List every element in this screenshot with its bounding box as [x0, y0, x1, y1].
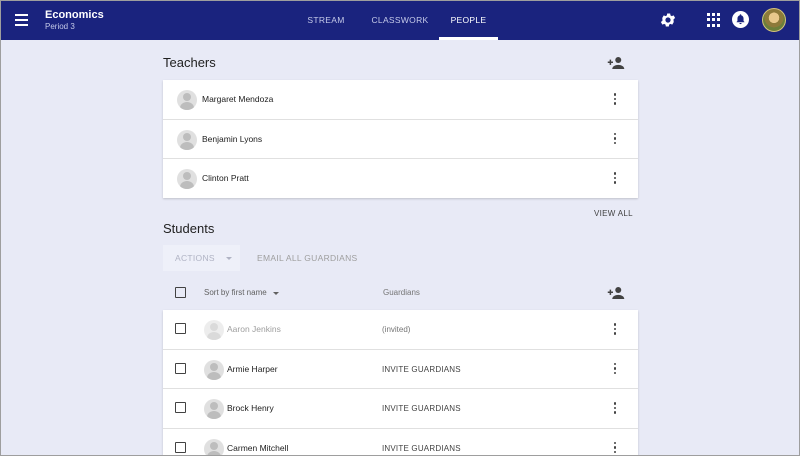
guardians-column-header: Guardians — [383, 288, 420, 297]
apps-icon[interactable] — [707, 13, 721, 27]
list-item[interactable]: Clinton Pratt — [163, 159, 638, 199]
class-section: Period 3 — [45, 22, 75, 31]
teachers-list: Margaret Mendoza Benjamin Lyons Clinton … — [163, 80, 638, 198]
table-row[interactable]: Aaron Jenkins (invited) — [163, 310, 638, 350]
teacher-name: Benjamin Lyons — [202, 133, 263, 144]
more-options-icon[interactable] — [610, 132, 620, 147]
actions-label: ACTIONS — [175, 253, 215, 263]
avatar — [204, 399, 224, 419]
guardian-status: (invited) — [382, 325, 411, 334]
student-checkbox[interactable] — [175, 362, 186, 374]
avatar — [204, 320, 224, 340]
bell-icon[interactable] — [732, 11, 749, 28]
tab-stream[interactable]: STREAM — [300, 0, 352, 40]
students-list: Aaron Jenkins (invited) Armie Harper INV… — [163, 310, 638, 456]
more-options-icon[interactable] — [610, 441, 620, 456]
tab-classwork[interactable]: CLASSWORK — [366, 0, 434, 40]
teacher-name: Clinton Pratt — [202, 173, 249, 183]
teacher-name: Margaret Mendoza — [202, 94, 274, 104]
actions-dropdown[interactable]: ACTIONS — [163, 245, 240, 271]
view-all-button[interactable]: VIEW ALL — [594, 209, 633, 218]
table-row[interactable]: Armie Harper INVITE GUARDIANS — [163, 350, 638, 390]
avatar — [204, 438, 224, 456]
email-all-guardians-button[interactable]: EMAIL ALL GUARDIANS — [257, 253, 358, 263]
students-heading: Students — [163, 221, 215, 236]
avatar — [177, 169, 197, 189]
invite-guardians-button[interactable]: INVITE GUARDIANS — [382, 350, 461, 390]
more-options-icon[interactable] — [610, 172, 620, 186]
table-row[interactable]: Brock Henry INVITE GUARDIANS — [163, 389, 638, 429]
student-checkbox[interactable] — [175, 402, 186, 413]
chevron-down-icon — [226, 257, 232, 260]
student-checkbox[interactable] — [175, 323, 186, 334]
account-avatar[interactable] — [762, 8, 786, 32]
table-row[interactable]: Carmen Mitchell INVITE GUARDIANS — [163, 429, 638, 456]
student-checkbox[interactable] — [175, 441, 186, 453]
sort-dropdown[interactable]: Sort by first name — [204, 288, 279, 297]
chevron-down-icon — [273, 292, 279, 295]
invite-guardians-button[interactable]: INVITE GUARDIANS — [382, 429, 461, 456]
sort-label: Sort by first name — [204, 288, 267, 297]
teachers-heading: Teachers — [163, 55, 216, 70]
student-name: Brock Henry — [227, 403, 274, 413]
top-app-bar: Economics Period 3 STREAM CLASSWORK PEOP… — [0, 0, 800, 40]
gear-icon[interactable] — [659, 11, 677, 29]
select-all-checkbox[interactable] — [175, 287, 186, 298]
list-item[interactable]: Margaret Mendoza — [163, 80, 638, 120]
add-student-icon[interactable] — [607, 286, 625, 300]
invite-guardians-button[interactable]: INVITE GUARDIANS — [382, 389, 461, 429]
more-options-icon[interactable] — [610, 402, 620, 416]
student-name: Aaron Jenkins — [227, 324, 281, 334]
class-title[interactable]: Economics — [45, 9, 104, 21]
tab-people[interactable]: PEOPLE — [439, 0, 498, 40]
avatar — [204, 359, 224, 380]
menu-icon[interactable] — [12, 10, 32, 30]
avatar — [177, 129, 197, 150]
more-options-icon[interactable] — [610, 93, 620, 107]
more-options-icon[interactable] — [610, 362, 620, 377]
avatar — [177, 90, 197, 110]
active-tab-indicator — [439, 37, 498, 40]
add-teacher-icon[interactable] — [607, 56, 625, 70]
student-name: Armie Harper — [227, 363, 278, 374]
list-item[interactable]: Benjamin Lyons — [163, 120, 638, 159]
more-options-icon[interactable] — [610, 323, 620, 337]
student-name: Carmen Mitchell — [227, 442, 289, 453]
